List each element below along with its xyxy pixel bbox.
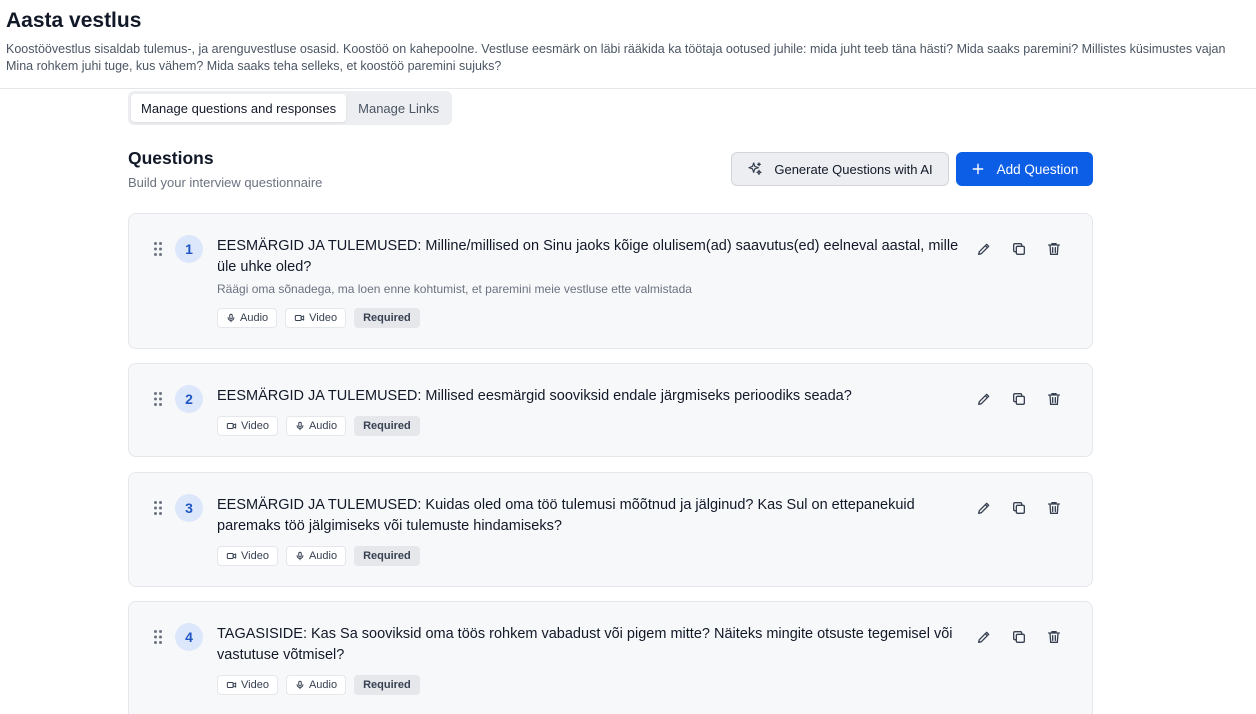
tab-manage-questions[interactable]: Manage questions and responses bbox=[131, 94, 347, 122]
plus-icon bbox=[971, 162, 985, 176]
question-actions bbox=[975, 499, 1063, 517]
question-card: 3 EESMÄRGID JA TULEMUSED: Kuidas oled om… bbox=[128, 472, 1093, 587]
question-number: 1 bbox=[175, 235, 203, 263]
question-hint: Räägi oma sõnadega, ma loen enne kohtumi… bbox=[217, 282, 692, 296]
response-type-badges: Video Audio Required bbox=[217, 546, 420, 566]
question-card: 2 EESMÄRGID JA TULEMUSED: Millised eesmä… bbox=[128, 363, 1093, 457]
video-badge: Video bbox=[217, 416, 278, 436]
audio-badge: Audio bbox=[285, 416, 347, 436]
trash-icon[interactable] bbox=[1045, 390, 1063, 408]
video-badge: Video bbox=[285, 308, 347, 328]
copy-icon[interactable] bbox=[1010, 390, 1028, 408]
required-badge: Required bbox=[354, 675, 420, 695]
microphone-icon bbox=[226, 313, 236, 323]
question-card: 4 TAGASISIDE: Kas Sa sooviksid oma töös … bbox=[128, 601, 1093, 714]
pencil-icon[interactable] bbox=[975, 628, 993, 646]
response-type-badges: Video Audio Required bbox=[217, 416, 420, 436]
add-question-button[interactable]: Add Question bbox=[956, 152, 1093, 186]
sparkles-icon bbox=[747, 161, 763, 177]
required-badge: Required bbox=[354, 546, 420, 566]
copy-icon[interactable] bbox=[1010, 499, 1028, 517]
drag-handle-icon[interactable] bbox=[153, 629, 163, 645]
add-question-label: Add Question bbox=[996, 161, 1079, 177]
video-camera-icon bbox=[294, 313, 305, 323]
question-text: TAGASISIDE: Kas Sa sooviksid oma töös ro… bbox=[217, 626, 953, 663]
question-number: 3 bbox=[175, 494, 203, 522]
trash-icon[interactable] bbox=[1045, 240, 1063, 258]
section-title: Questions bbox=[128, 148, 214, 168]
drag-handle-icon[interactable] bbox=[153, 391, 163, 407]
video-badge: Video bbox=[217, 675, 278, 695]
page-description: Koostöövestlus sisaldab tulemus-, ja are… bbox=[6, 42, 1226, 73]
required-badge: Required bbox=[354, 416, 420, 436]
pencil-icon[interactable] bbox=[975, 390, 993, 408]
video-camera-icon bbox=[226, 551, 237, 561]
video-camera-icon bbox=[226, 421, 237, 431]
page-title: Aasta vestlus bbox=[6, 9, 142, 32]
response-type-badges: Video Audio Required bbox=[217, 675, 420, 695]
trash-icon[interactable] bbox=[1045, 628, 1063, 646]
video-camera-icon bbox=[226, 680, 237, 690]
audio-badge: Audio bbox=[285, 546, 347, 566]
response-type-badges: Audio Video Required bbox=[217, 308, 420, 328]
question-text: EESMÄRGID JA TULEMUSED: Millised eesmärg… bbox=[217, 388, 852, 404]
pencil-icon[interactable] bbox=[975, 240, 993, 258]
drag-handle-icon[interactable] bbox=[153, 241, 163, 257]
copy-icon[interactable] bbox=[1010, 628, 1028, 646]
question-number: 4 bbox=[175, 623, 203, 651]
question-number: 2 bbox=[175, 385, 203, 413]
audio-badge: Audio bbox=[217, 308, 278, 328]
copy-icon[interactable] bbox=[1010, 240, 1028, 258]
question-actions bbox=[975, 240, 1063, 258]
tab-manage-links[interactable]: Manage Links bbox=[348, 94, 449, 122]
page-header: Aasta vestlus Koostöövestlus sisaldab tu… bbox=[0, 0, 1256, 89]
question-text: EESMÄRGID JA TULEMUSED: Kuidas oled oma … bbox=[217, 497, 915, 534]
audio-badge: Audio bbox=[285, 675, 347, 695]
question-card: 1 EESMÄRGID JA TULEMUSED: Milline/millis… bbox=[128, 213, 1093, 349]
video-badge: Video bbox=[217, 546, 278, 566]
microphone-icon bbox=[295, 551, 305, 561]
tab-list: Manage questions and responses Manage Li… bbox=[128, 91, 453, 125]
question-text: EESMÄRGID JA TULEMUSED: Milline/millised… bbox=[217, 238, 959, 275]
drag-handle-icon[interactable] bbox=[153, 500, 163, 516]
question-actions bbox=[975, 390, 1063, 408]
question-actions bbox=[975, 628, 1063, 646]
microphone-icon bbox=[295, 421, 305, 431]
trash-icon[interactable] bbox=[1045, 499, 1063, 517]
section-subtitle: Build your interview questionnaire bbox=[128, 175, 323, 190]
microphone-icon bbox=[295, 680, 305, 690]
generate-questions-button[interactable]: Generate Questions with AI bbox=[731, 152, 949, 186]
pencil-icon[interactable] bbox=[975, 499, 993, 517]
required-badge: Required bbox=[354, 308, 420, 328]
generate-questions-label: Generate Questions with AI bbox=[774, 161, 933, 177]
